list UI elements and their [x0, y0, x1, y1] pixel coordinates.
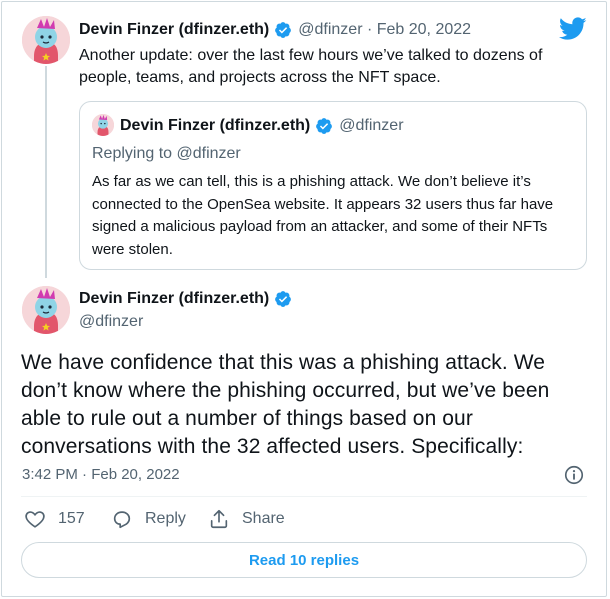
- reply-label: Reply: [145, 510, 186, 527]
- main-tweet-text: We have confidence that this was a phish…: [21, 351, 550, 458]
- replying-to[interactable]: Replying to @dfinzer: [92, 145, 241, 163]
- main-tweet-header: Devin Finzer (dfinzer.eth): [79, 288, 298, 310]
- author-name[interactable]: Devin Finzer (dfinzer.eth): [79, 21, 269, 39]
- quoted-tweet-text: As far as we can tell, this is a phishin…: [92, 173, 554, 258]
- verified-badge-icon: [275, 22, 292, 38]
- avatar-illustration: [22, 16, 70, 64]
- main-handle[interactable]: @dfinzer: [79, 313, 143, 331]
- quoted-tweet-card[interactable]: Devin Finzer (dfinzer.eth) @dfinzer Repl…: [79, 101, 587, 270]
- quoted-avatar: [92, 114, 114, 136]
- heart-icon: [25, 511, 45, 528]
- info-icon[interactable]: [563, 464, 585, 486]
- avatar-illustration: [22, 286, 70, 334]
- read-replies-label: Read 10 replies: [248, 551, 360, 569]
- share-icon: [210, 509, 228, 529]
- quoted-handle: @dfinzer: [339, 117, 404, 134]
- like-button[interactable]: 157: [24, 508, 85, 530]
- quoted-header: Devin Finzer (dfinzer.eth) @dfinzer: [120, 115, 404, 137]
- read-replies-button[interactable]: Read 10 replies: [21, 542, 587, 578]
- reply-button[interactable]: Reply: [111, 508, 186, 530]
- handle-and-date[interactable]: @dfinzer · Feb 20, 2022: [298, 21, 471, 39]
- reply-icon: [113, 511, 131, 529]
- top-tweet-header: Devin Finzer (dfinzer.eth) @dfinzer · Fe…: [79, 18, 471, 42]
- twitter-bird-icon[interactable]: [559, 17, 587, 41]
- thread-connector-line: [45, 66, 47, 278]
- avatar[interactable]: [22, 16, 70, 64]
- verified-badge-icon: [316, 118, 333, 134]
- share-button[interactable]: Share: [208, 508, 285, 530]
- quoted-avatar-illustration: [92, 114, 114, 136]
- top-tweet-text: Another update: over the last few hours …: [79, 47, 543, 86]
- avatar[interactable]: [22, 286, 70, 334]
- verified-badge-icon: [275, 291, 292, 307]
- divider: [21, 496, 587, 497]
- quoted-author-name: Devin Finzer (dfinzer.eth): [120, 117, 311, 134]
- share-label: Share: [242, 510, 285, 527]
- tweet-timestamp[interactable]: 3:42 PM · Feb 20, 2022: [22, 466, 180, 483]
- author-name[interactable]: Devin Finzer (dfinzer.eth): [79, 290, 269, 308]
- like-count: 157: [58, 510, 85, 527]
